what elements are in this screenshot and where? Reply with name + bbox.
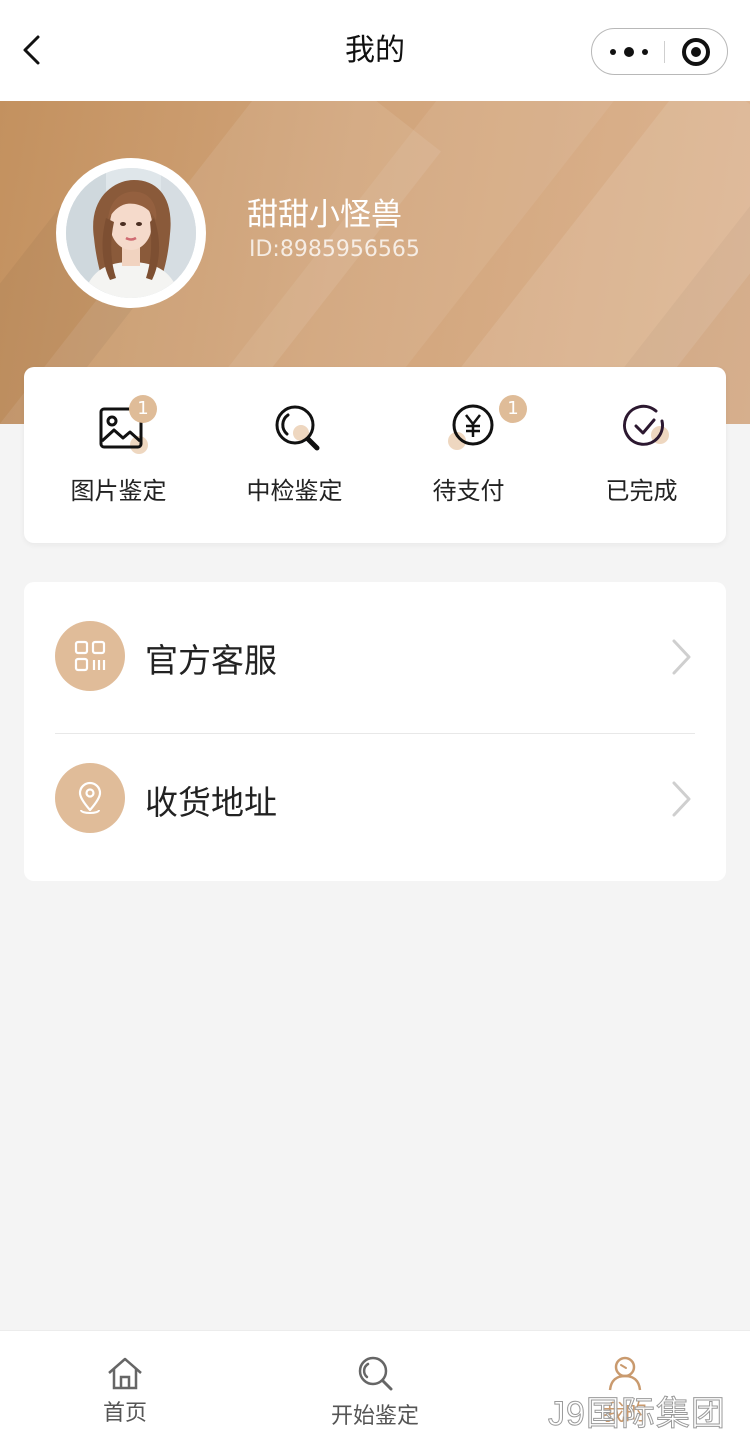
order-count-badge: 1 xyxy=(499,395,527,423)
magnifier-icon xyxy=(275,405,320,451)
menu-item-customer-service[interactable]: 官方客服 xyxy=(24,582,726,723)
watermark: J9国际集团 xyxy=(548,1395,726,1434)
menu-card: 官方客服 收货地址 xyxy=(24,582,726,881)
tab-label: 首页 xyxy=(102,1401,147,1426)
qr-grid-icon xyxy=(74,640,106,672)
location-pin-icon xyxy=(78,781,102,814)
avatar[interactable] xyxy=(56,158,206,308)
order-label: 中检鉴定 xyxy=(246,477,343,505)
order-label: 待支付 xyxy=(432,477,505,505)
home-icon xyxy=(108,1357,142,1390)
mini-program-capsule xyxy=(591,28,728,75)
tab-label: 开始鉴定 xyxy=(330,1404,419,1429)
menu-icon-circle xyxy=(55,763,125,833)
order-label: 图片鉴定 xyxy=(70,477,167,505)
user-name: 甜甜小怪兽 xyxy=(247,197,402,233)
check-circle-icon xyxy=(623,404,669,446)
chevron-right-icon xyxy=(672,639,691,675)
order-image-appraisal[interactable]: 1 图片鉴定 xyxy=(31,367,206,543)
menu-item-label: 收货地址 xyxy=(145,783,277,822)
menu-icon-circle xyxy=(55,621,125,691)
order-inspection-appraisal[interactable]: 中检鉴定 xyxy=(207,367,382,543)
tab-home[interactable]: 首页 xyxy=(0,1331,250,1441)
chevron-right-icon xyxy=(672,781,691,817)
user-avatar-photo-icon xyxy=(66,168,196,298)
orders-card: 1 图片鉴定 中检鉴定 1 待支付 已完成 xyxy=(24,367,726,543)
order-icon-wrap xyxy=(443,399,499,455)
order-count-badge: 1 xyxy=(129,395,157,423)
order-completed[interactable]: 已完成 xyxy=(554,367,729,543)
close-button[interactable] xyxy=(665,29,728,74)
navigation-bar: 我的 xyxy=(0,0,750,101)
menu-item-shipping-address[interactable]: 收货地址 xyxy=(24,734,726,875)
more-button[interactable] xyxy=(592,29,664,74)
search-icon xyxy=(358,1356,393,1391)
user-id: ID:8985956565 xyxy=(249,237,420,262)
target-circle-icon xyxy=(682,38,710,66)
avatar-photo xyxy=(66,168,196,298)
order-icon-wrap xyxy=(616,399,672,455)
order-icon-wrap xyxy=(269,399,325,455)
order-pending-payment[interactable]: 1 待支付 xyxy=(381,367,556,543)
tab-start-appraisal[interactable]: 开始鉴定 xyxy=(250,1331,500,1441)
yen-coin-icon xyxy=(448,404,494,450)
more-dots-icon xyxy=(610,47,648,57)
menu-item-label: 官方客服 xyxy=(145,641,277,680)
order-label: 已完成 xyxy=(605,477,678,505)
